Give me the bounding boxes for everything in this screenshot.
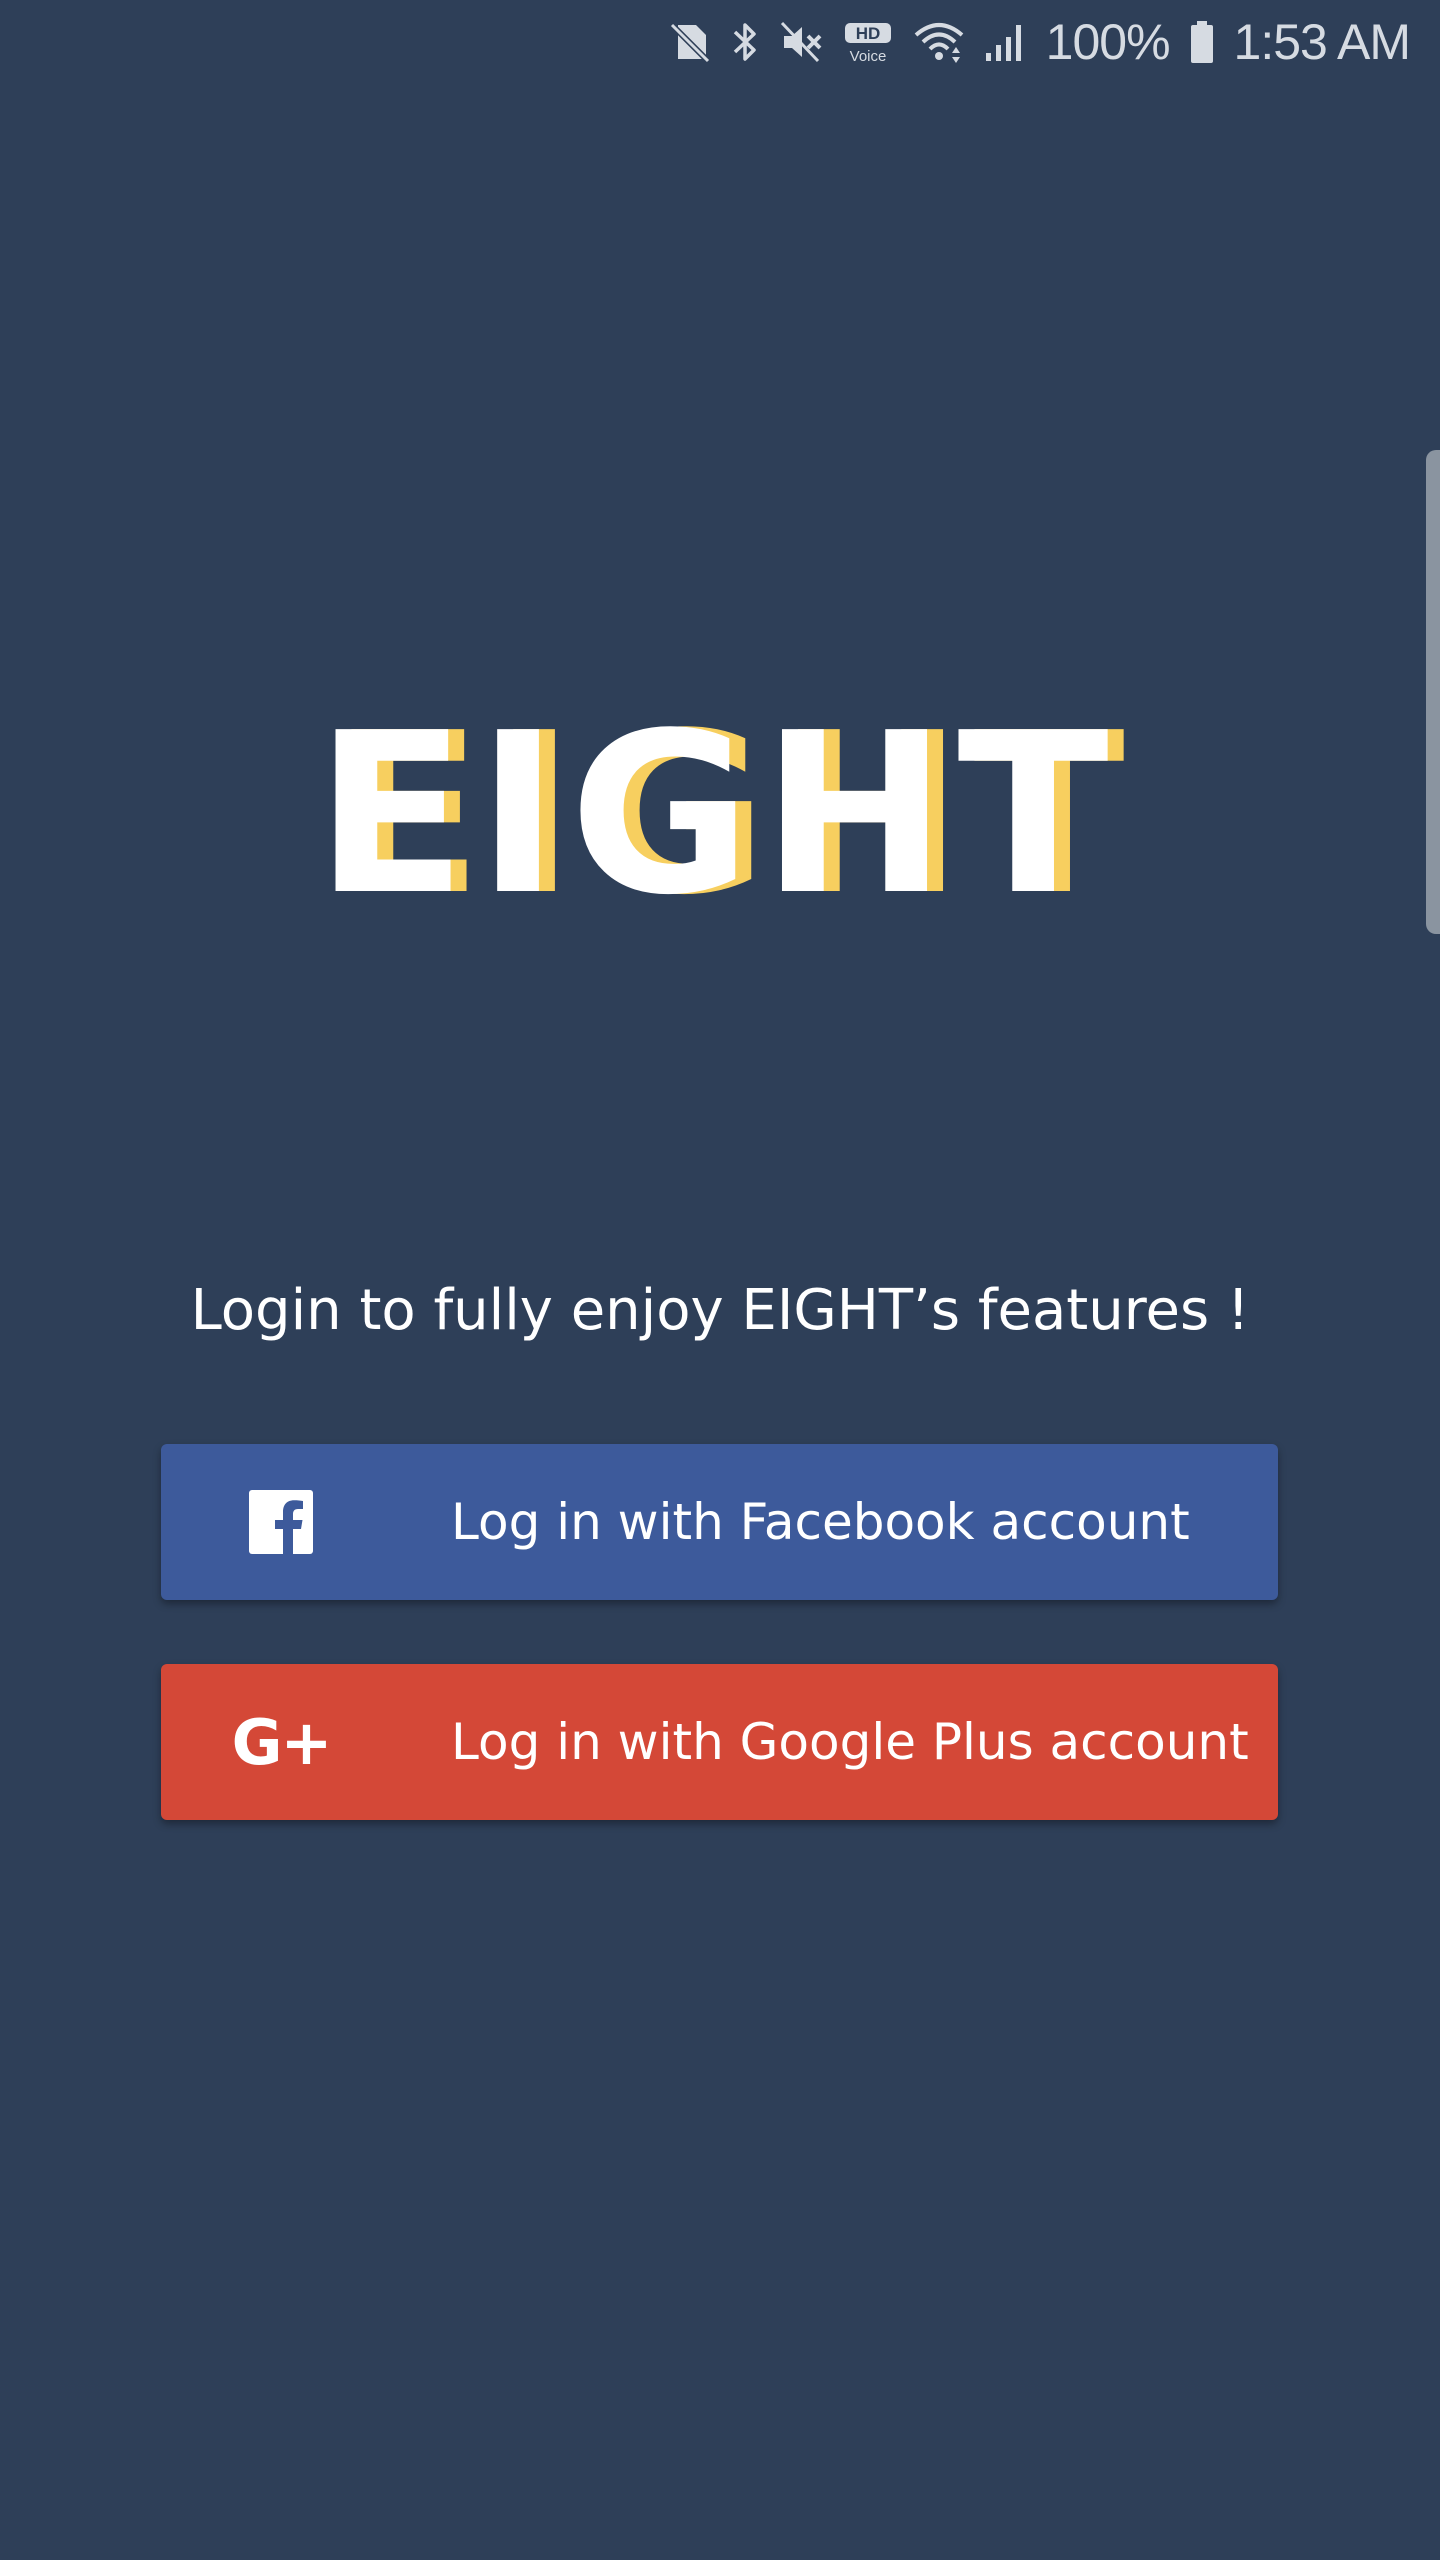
hd-voice-icon: HD Voice <box>842 17 894 67</box>
clock: 1:53 AM <box>1233 14 1411 70</box>
google-plus-login-label: Log in with Google Plus account <box>451 1713 1249 1771</box>
facebook-login-button[interactable]: Log in with Facebook account <box>161 1444 1278 1600</box>
battery-icon <box>1188 17 1216 67</box>
battery-percent: 100% <box>1045 14 1171 70</box>
status-bar: HD Voice 100% 1:53 AM <box>0 0 1440 84</box>
login-tagline: Login to fully enjoy EIGHT’s features ! <box>190 1278 1250 1343</box>
login-screen: HD Voice 100% 1:53 AM EIGHT EIGHT Login … <box>0 0 1440 2560</box>
no-sim-icon <box>666 17 712 67</box>
svg-text:Voice: Voice <box>849 48 886 65</box>
svg-text:HD: HD <box>855 24 880 43</box>
bluetooth-icon <box>730 17 760 67</box>
google-plus-icon: G+ <box>231 1705 333 1779</box>
svg-text:EIGHT: EIGHT <box>315 714 1119 904</box>
signal-icon <box>984 17 1028 67</box>
facebook-login-label: Log in with Facebook account <box>451 1493 1190 1551</box>
eight-logo: EIGHT EIGHT <box>315 714 1125 904</box>
wifi-icon <box>912 17 966 67</box>
facebook-icon <box>161 1444 401 1600</box>
mute-icon <box>778 17 824 67</box>
google-plus-login-button[interactable]: G+ Log in with Google Plus account <box>161 1664 1278 1820</box>
